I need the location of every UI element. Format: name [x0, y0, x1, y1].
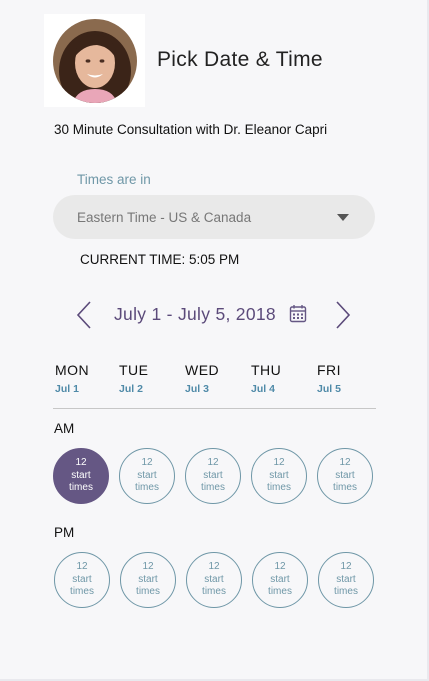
- slot-count: 12: [208, 561, 220, 573]
- slot-text: times: [333, 482, 357, 494]
- date-range: July 1 - July 5, 2018: [114, 304, 276, 324]
- slot-am-tue[interactable]: 12 start times: [119, 448, 175, 504]
- slot-text: times: [69, 482, 93, 494]
- slot-count: 12: [340, 561, 352, 573]
- slot-am-mon[interactable]: 12 start times: [53, 448, 109, 504]
- slot-text: start: [71, 469, 91, 481]
- slot-count: 12: [141, 457, 153, 469]
- day-date: Jul 4: [251, 383, 275, 395]
- slot-am-wed[interactable]: 12 start times: [185, 448, 241, 504]
- avatar: [52, 18, 137, 103]
- day-date: Jul 1: [55, 383, 79, 395]
- chevron-left-icon: [76, 301, 91, 329]
- slot-count: 12: [142, 561, 154, 573]
- page-title: Pick Date & Time: [157, 48, 323, 71]
- day-name: MON: [55, 362, 90, 378]
- day-date: Jul 3: [185, 383, 209, 395]
- consultation-subtitle: 30 Minute Consultation with Dr. Eleanor …: [54, 122, 328, 137]
- avatar-frame: [44, 14, 145, 107]
- chevron-right-icon: [336, 301, 351, 329]
- day-column-thu: THU Jul 4: [251, 362, 311, 395]
- slot-count: 12: [76, 561, 88, 573]
- chevron-down-icon: [337, 214, 349, 221]
- pm-label: PM: [54, 525, 75, 540]
- slot-text: times: [267, 482, 291, 494]
- slot-count: 12: [273, 457, 285, 469]
- slot-text: start: [335, 469, 355, 481]
- slot-text: times: [202, 586, 226, 598]
- slot-text: start: [269, 469, 289, 481]
- slot-text: times: [70, 586, 94, 598]
- slot-pm-thu[interactable]: 12 start times: [252, 552, 308, 608]
- previous-week-button[interactable]: [73, 299, 97, 331]
- slot-pm-wed[interactable]: 12 start times: [186, 552, 242, 608]
- slot-pm-mon[interactable]: 12 start times: [54, 552, 110, 608]
- day-column-wed: WED Jul 3: [185, 362, 245, 395]
- slot-text: times: [268, 586, 292, 598]
- timezone-select[interactable]: Eastern Time - US & Canada: [53, 195, 375, 239]
- am-label: AM: [54, 421, 75, 436]
- slot-text: start: [137, 469, 157, 481]
- avatar-photo: [52, 18, 137, 103]
- slot-text: start: [138, 573, 158, 585]
- timezone-value: Eastern Time - US & Canada: [77, 209, 252, 225]
- next-week-button[interactable]: [330, 299, 354, 331]
- day-name: FRI: [317, 362, 342, 378]
- date-navigation: July 1 - July 5, 2018: [0, 295, 429, 335]
- day-column-tue: TUE Jul 2: [119, 362, 179, 395]
- slot-count: 12: [339, 457, 351, 469]
- day-date: Jul 5: [317, 383, 341, 395]
- current-time: CURRENT TIME: 5:05 PM: [80, 252, 240, 267]
- slot-pm-fri[interactable]: 12 start times: [318, 552, 374, 608]
- day-column-fri: FRI Jul 5: [317, 362, 377, 395]
- slot-text: start: [72, 573, 92, 585]
- day-date: Jul 2: [119, 383, 143, 395]
- header-divider: [53, 408, 376, 409]
- day-name: TUE: [119, 362, 149, 378]
- calendar-icon[interactable]: [289, 304, 307, 323]
- day-name: WED: [185, 362, 220, 378]
- slot-text: times: [201, 482, 225, 494]
- day-name: THU: [251, 362, 282, 378]
- slot-text: times: [334, 586, 358, 598]
- slot-count: 12: [207, 457, 219, 469]
- slot-text: times: [136, 586, 160, 598]
- slot-pm-tue[interactable]: 12 start times: [120, 552, 176, 608]
- slot-count: 12: [75, 457, 87, 469]
- slot-text: start: [203, 469, 223, 481]
- slot-am-thu[interactable]: 12 start times: [251, 448, 307, 504]
- slot-text: times: [135, 482, 159, 494]
- slot-text: start: [204, 573, 224, 585]
- timezone-label: Times are in: [77, 172, 151, 187]
- slot-text: start: [336, 573, 356, 585]
- scheduler-panel: Pick Date & Time 30 Minute Consultation …: [0, 0, 429, 681]
- slot-text: start: [270, 573, 290, 585]
- day-column-mon: MON Jul 1: [55, 362, 115, 395]
- slot-am-fri[interactable]: 12 start times: [317, 448, 373, 504]
- slot-count: 12: [274, 561, 286, 573]
